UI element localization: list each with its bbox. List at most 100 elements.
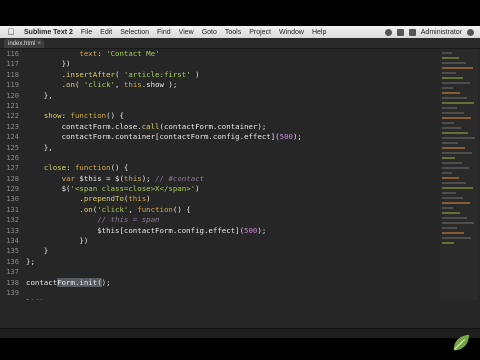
line-number: 120 — [6, 91, 19, 100]
editor-empty-area[interactable] — [0, 300, 480, 328]
code-line[interactable] — [26, 153, 436, 163]
minimap-block — [442, 122, 454, 124]
apple-icon[interactable]:  — [6, 27, 16, 37]
code-line[interactable]: // this = span — [26, 215, 436, 225]
minimap-block — [442, 187, 473, 189]
minimap-block — [442, 242, 454, 244]
minimap-block — [442, 82, 470, 84]
code-line[interactable]: show: function() { — [26, 111, 436, 121]
code-line[interactable]: contactForm.container[contactForm.config… — [26, 132, 436, 142]
minimap-block — [442, 72, 456, 74]
minimap-block — [442, 127, 461, 129]
line-number: 116 — [6, 50, 19, 58]
code-line[interactable]: .prependTo(this) — [26, 194, 436, 204]
leaf-icon — [453, 334, 470, 351]
line-number: 131 — [6, 205, 19, 214]
minimap-block — [442, 62, 466, 64]
user-name[interactable]: Administrator — [421, 29, 462, 36]
minimap-block — [442, 92, 460, 94]
line-number-gutter: 116 117 118 119 120 121 122 123 124 125 126 127 128 1… — [0, 49, 22, 300]
tab-index-html[interactable]: index.html × — [4, 39, 44, 48]
clock-icon[interactable] — [408, 28, 416, 36]
minimap-block — [442, 172, 452, 174]
minimap-block — [442, 217, 467, 219]
code-line[interactable]: }; — [26, 257, 436, 267]
minimap-block — [442, 227, 457, 229]
code-line[interactable]: var $this = $(this); // #contact — [26, 174, 436, 184]
menu-window[interactable]: Window — [275, 29, 308, 36]
code-line[interactable] — [26, 267, 436, 277]
code-line[interactable]: }, — [26, 143, 436, 153]
code-line[interactable] — [26, 101, 436, 111]
code-line[interactable]: }, — [26, 91, 436, 101]
code-line[interactable] — [26, 288, 436, 298]
code-line[interactable]: .on( 'click', this.show ); — [26, 80, 436, 90]
menu-edit[interactable]: Edit — [96, 29, 116, 36]
minimap-block — [442, 197, 463, 199]
tab-label: index.html — [8, 40, 36, 47]
menu-project[interactable]: Project — [245, 29, 275, 36]
minimap-block — [442, 212, 460, 214]
minimap-block — [442, 177, 459, 179]
line-number: 137 — [6, 268, 19, 277]
line-number: 128 — [6, 174, 19, 183]
minimap-block — [442, 57, 459, 59]
code-line[interactable]: }) — [26, 236, 436, 246]
minimap-block — [442, 162, 462, 164]
code-line[interactable]: contactForm.init(); — [26, 277, 436, 288]
code-area[interactable]: text: 'Contact Me' }) .insertAfter( 'art… — [26, 49, 436, 300]
minimap-block — [442, 167, 469, 169]
menu-tray: Administrator — [384, 28, 480, 36]
spotlight-icon[interactable] — [467, 28, 474, 36]
line-number: 117 — [6, 60, 19, 69]
line-number: 121 — [6, 101, 19, 110]
menu-find[interactable]: Find — [153, 29, 175, 36]
minimap-block — [442, 137, 475, 139]
close-icon[interactable]: × — [37, 41, 41, 47]
minimap-block — [442, 192, 456, 194]
code-line[interactable]: .insertAfter( 'article:first' ) — [26, 70, 436, 80]
minimap-block — [442, 152, 472, 154]
minimap-block — [442, 102, 474, 104]
menu-view[interactable]: View — [175, 29, 198, 36]
menu-file[interactable]: File — [77, 29, 96, 36]
minimap-block — [442, 112, 464, 114]
minimap-block — [442, 87, 453, 89]
line-number: 136 — [6, 257, 19, 266]
code-editor[interactable]: 116 117 118 119 120 121 122 123 124 125 126 127 128 1… — [0, 49, 480, 300]
line-number: 130 — [6, 195, 19, 204]
minimap-block — [442, 232, 464, 234]
battery-icon[interactable] — [396, 28, 404, 36]
code-line[interactable]: $('<span class=close>X</span>') — [26, 184, 436, 194]
code-line[interactable]: } — [26, 246, 436, 256]
code-line[interactable]: .on('click', function() { — [26, 205, 436, 215]
line-number: 127 — [6, 164, 19, 173]
minimap[interactable] — [440, 49, 478, 300]
tab-bar: index.html × — [0, 38, 480, 49]
minimap-block — [442, 142, 458, 144]
minimap-block — [442, 222, 474, 224]
menu-goto[interactable]: Goto — [198, 29, 221, 36]
minimap-block — [442, 52, 452, 54]
minimap-block — [442, 157, 455, 159]
line-number: 138 — [6, 278, 19, 287]
code-line[interactable]: text: 'Contact Me' — [26, 49, 436, 59]
code-line[interactable]: }) — [26, 59, 436, 69]
minimap-block — [442, 207, 453, 209]
status-bar — [0, 328, 480, 338]
minimap-block — [442, 107, 457, 109]
code-line[interactable]: $this[contactForm.config.effect](500); — [26, 226, 436, 236]
wifi-icon[interactable] — [384, 28, 392, 36]
line-number: 119 — [6, 81, 19, 90]
minimap-block — [442, 67, 473, 69]
menu-selection[interactable]: Selection — [116, 29, 153, 36]
code-line[interactable]: close: function() { — [26, 163, 436, 173]
menu-app-name[interactable]: Sublime Text 2 — [20, 29, 77, 36]
line-number: 118 — [6, 70, 19, 79]
code-line[interactable]: contactForm.close.call(contactForm.conta… — [26, 122, 436, 132]
line-number: 135 — [6, 247, 19, 256]
menu-help[interactable]: Help — [308, 29, 330, 36]
menu-tools[interactable]: Tools — [221, 29, 245, 36]
minimap-block — [442, 237, 471, 239]
line-number: 139 — [6, 288, 19, 297]
